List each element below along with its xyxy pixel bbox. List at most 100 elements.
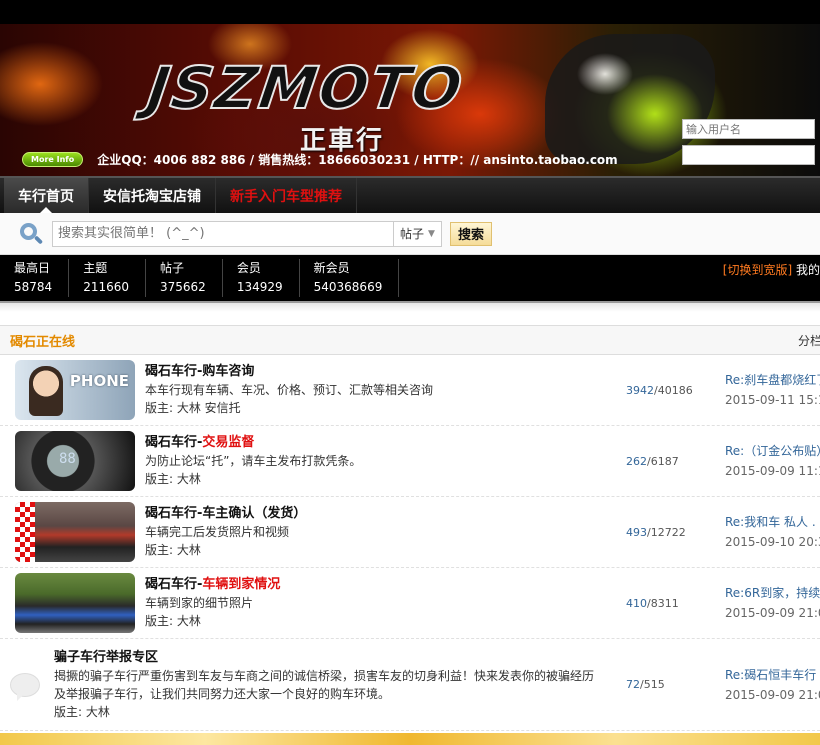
contact-info: 企业QQ：4006 882 886 / 销售热线：18666030231 / H… xyxy=(97,153,618,167)
last-post-date: 2015-09-10 20:35 xyxy=(725,535,820,549)
forum-row: 88 碣石车行-交易监督 为防止论坛“托”，请车主发布打款凭条。 版主: 大林 … xyxy=(0,426,820,497)
stat-posts: 帖子 375662 xyxy=(160,259,223,297)
forum-thumbnail[interactable]: PHONE xyxy=(15,360,135,420)
forum-thumbnail[interactable] xyxy=(15,573,135,633)
forum-info: 碣石车行-购车咨询 本车行现有车辆、车况、价格、预订、汇款等相关咨询 版主: 大… xyxy=(145,363,585,417)
forum-moderators: 版主: 大林 xyxy=(145,543,201,557)
nav-item-home[interactable]: 车行首页 xyxy=(4,178,89,213)
forum-counts: 72/515 xyxy=(626,678,665,691)
last-post-date: 2015-09-09 21:07 xyxy=(725,606,820,620)
forum-name[interactable]: 碣石车行-车主确认（发货） xyxy=(145,505,585,523)
stat-value: 375662 xyxy=(160,280,206,294)
search-icon xyxy=(18,221,44,247)
forum-description: 车辆到家的细节照片 xyxy=(145,596,254,610)
forum-bubble-icon xyxy=(10,672,40,701)
forum-moderators: 版主: 大林 安信托 xyxy=(145,401,241,415)
thread-count: 410 xyxy=(626,596,647,610)
forum-info: 碣石车行-车主确认（发货） 车辆完工后发货照片和视频 版主: 大林 xyxy=(145,505,585,559)
search-button[interactable]: 搜索 xyxy=(449,221,492,246)
post-count: 6187 xyxy=(650,454,679,468)
post-count: 12722 xyxy=(650,525,686,539)
thread-count: 493 xyxy=(626,525,647,539)
forum-name[interactable]: 碣石车行-车辆到家情况 xyxy=(145,576,585,594)
last-post-title[interactable]: Re:我和车 私人 . xyxy=(725,512,820,532)
stat-members: 会员 134929 xyxy=(237,259,300,297)
forum-info: 骗子车行举报专区 揭撅的骗子车行严重伤害到车友与车商之间的诚信桥梁，损害车友的切… xyxy=(54,649,599,721)
stat-label: 会员 xyxy=(236,261,261,275)
forum-moderators: 版主: 大林 xyxy=(54,704,110,719)
top-strip xyxy=(0,0,820,24)
post-count: 8311 xyxy=(650,596,679,610)
last-post-title[interactable]: Re:6R到家，持续 xyxy=(725,583,820,603)
search-input[interactable] xyxy=(52,220,394,247)
last-post-title[interactable]: Re:（订金公布贴） xyxy=(725,441,820,461)
forum-counts: 493/12722 xyxy=(626,525,686,539)
stat-label: 主题 xyxy=(83,261,108,275)
nav-item-taobao-store[interactable]: 安信托淘宝店铺 xyxy=(89,178,216,213)
forum-last-post: Re:刹车盘都烧红了 2015-09-11 15:16 xyxy=(725,370,820,410)
forum-description: 为防止论坛“托”，请车主发布打款凭条。 xyxy=(145,454,362,468)
login-form xyxy=(682,119,816,171)
thread-count: 3942 xyxy=(626,383,654,397)
thread-count: 262 xyxy=(626,454,647,468)
main-nav: 车行首页 安信托淘宝店铺 新手入门车型推荐 xyxy=(0,176,820,213)
stat-max-day: 最高日 58784 xyxy=(14,259,70,297)
forum-last-post: Re:（订金公布贴） 2015-09-09 11:14 xyxy=(725,441,820,481)
forum-row: PHONE 碣石车行-购车咨询 本车行现有车辆、车况、价格、预订、汇款等相关咨询… xyxy=(0,355,820,426)
thread-count: 72 xyxy=(626,678,640,691)
stat-value: 58784 xyxy=(14,280,53,294)
password-input[interactable] xyxy=(682,145,815,165)
my-menu-link[interactable]: 我的 xyxy=(796,263,820,277)
category-header: 碣石正在线 分栏 xyxy=(0,325,820,355)
stats-right: [切换到宽版] 我的 xyxy=(723,261,820,278)
contact-bar: More Info 企业QQ：4006 882 886 / 销售热线：18666… xyxy=(22,151,618,168)
forum-last-post: Re:我和车 私人 . 2015-09-10 20:35 xyxy=(725,512,820,552)
site-logo[interactable]: JSZMOTO xyxy=(142,53,469,123)
forum-last-post: Re:6R到家，持续 2015-09-09 21:07 xyxy=(725,583,820,623)
footer-banner-strip xyxy=(0,733,820,745)
last-post-title[interactable]: Re:碣石恒丰车行 xyxy=(725,665,820,685)
stat-value: 134929 xyxy=(236,280,283,294)
forum-row: 骗子车行举报专区 揭撅的骗子车行严重伤害到车友与车商之间的诚信桥梁，损害车友的切… xyxy=(0,639,820,731)
switch-wide-link[interactable]: [切换到宽版] xyxy=(723,263,792,277)
forum-moderators: 版主: 大林 xyxy=(145,614,201,628)
forum-counts: 3942/40186 xyxy=(626,383,693,397)
stat-threads: 主题 211660 xyxy=(83,259,146,297)
forum-info: 碣石车行-车辆到家情况 车辆到家的细节照片 版主: 大林 xyxy=(145,576,585,630)
more-info-button[interactable]: More Info xyxy=(22,152,84,167)
post-count: 40186 xyxy=(657,383,693,397)
divider xyxy=(0,301,820,325)
forum-description: 车辆完工后发货照片和视频 xyxy=(145,525,290,539)
forum-moderators: 版主: 大林 xyxy=(145,472,201,486)
post-count: 515 xyxy=(643,678,665,691)
stat-label: 帖子 xyxy=(160,261,185,275)
forum-description: 本车行现有车辆、车况、价格、预订、汇款等相关咨询 xyxy=(145,383,434,397)
stat-label: 最高日 xyxy=(14,261,51,275)
stat-value: 540368669 xyxy=(313,280,383,294)
chevron-down-icon: ▼ xyxy=(428,228,435,239)
category-title[interactable]: 碣石正在线 xyxy=(10,331,75,350)
search-bar: 帖子 ▼ 搜索 xyxy=(0,213,820,255)
forum-description: 揭撅的骗子车行严重伤害到车友与车商之间的诚信桥梁，损害车友的切身利益！快来发表你… xyxy=(54,668,595,701)
nav-item-beginner-recommend[interactable]: 新手入门车型推荐 xyxy=(216,178,357,213)
last-post-date: 2015-09-11 15:16 xyxy=(725,393,820,407)
username-input[interactable] xyxy=(682,119,815,139)
forum-last-post: Re:碣石恒丰车行 2015-09-09 21:04 xyxy=(725,665,820,705)
forum-thumbnail[interactable]: 88 xyxy=(15,431,135,491)
header-banner: JSZMOTO 正車行 More Info 企业QQ：4006 882 886 … xyxy=(0,24,820,176)
forum-name[interactable]: 碣石车行-交易监督 xyxy=(145,434,585,452)
search-type-select[interactable]: 帖子 ▼ xyxy=(394,220,442,247)
last-post-title[interactable]: Re:刹车盘都烧红了 xyxy=(725,370,820,390)
last-post-date: 2015-09-09 11:14 xyxy=(725,464,820,478)
search-type-label: 帖子 xyxy=(400,227,425,241)
forum-row: 碣石车行-车主确认（发货） 车辆完工后发货照片和视频 版主: 大林 493/12… xyxy=(0,497,820,568)
category-column-toggle[interactable]: 分栏 xyxy=(798,332,820,349)
forum-name[interactable]: 碣石车行-购车咨询 xyxy=(145,363,585,381)
stat-value: 211660 xyxy=(83,280,129,294)
forum-name[interactable]: 骗子车行举报专区 xyxy=(54,649,599,667)
forum-counts: 262/6187 xyxy=(626,454,679,468)
forum-thumbnail[interactable] xyxy=(15,502,135,562)
forum-counts: 410/8311 xyxy=(626,596,679,610)
forum-row: 碣石车行-车辆到家情况 车辆到家的细节照片 版主: 大林 410/8311 Re… xyxy=(0,568,820,639)
forum-info: 碣石车行-交易监督 为防止论坛“托”，请车主发布打款凭条。 版主: 大林 xyxy=(145,434,585,488)
